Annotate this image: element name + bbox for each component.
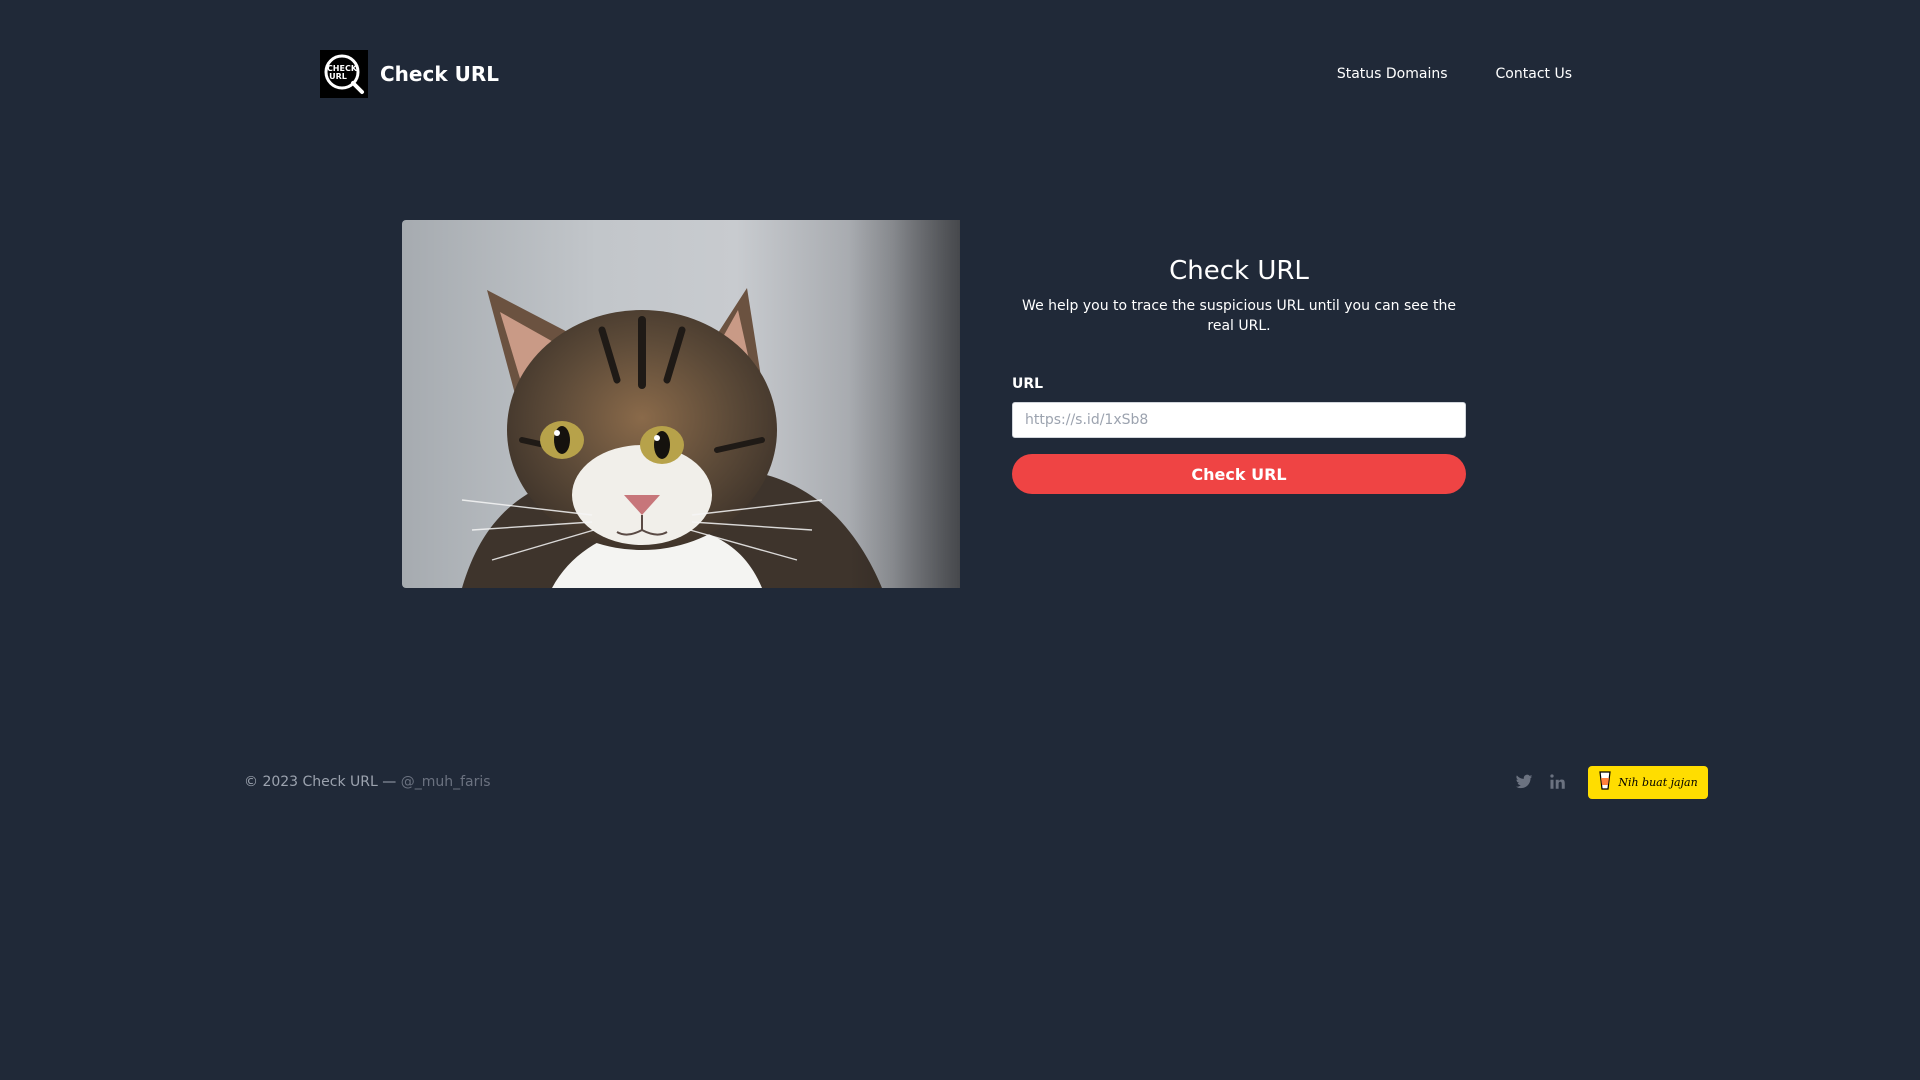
cat-photo: [402, 220, 960, 588]
cup-icon: [1598, 770, 1612, 794]
copyright: © 2023 Check URL — @_muh_faris: [244, 774, 491, 790]
url-label: URL: [1012, 376, 1044, 392]
twitter-icon[interactable]: [1514, 772, 1534, 792]
donate-button[interactable]: Nih buat jajan: [1588, 765, 1708, 799]
form-description: We help you to trace the suspicious URL …: [1022, 298, 1456, 334]
copyright-text: © 2023 Check URL —: [244, 774, 397, 790]
check-url-button[interactable]: Check URL: [1012, 454, 1466, 494]
footer-links: Nih buat jajan: [1514, 765, 1708, 799]
form-title: Check URL: [1169, 256, 1309, 286]
brand-name[interactable]: Check URL: [380, 62, 499, 86]
check-url-form: Check URL We help you to trace the suspi…: [1012, 220, 1466, 494]
nav-contact-us[interactable]: Contact Us: [1496, 66, 1572, 82]
site-footer: © 2023 Check URL — @_muh_faris Nih buat …: [244, 764, 1708, 800]
svg-text:URL: URL: [329, 72, 347, 81]
url-input[interactable]: [1012, 402, 1466, 438]
logo-icon[interactable]: CHECK URL: [320, 50, 368, 98]
linkedin-icon[interactable]: [1548, 772, 1568, 792]
site-header: CHECK URL Check URL Status Domains Conta…: [320, 50, 1572, 98]
brand[interactable]: CHECK URL Check URL: [320, 50, 499, 98]
main-nav: Status Domains Contact Us: [1337, 66, 1572, 82]
donate-label: Nih buat jajan: [1618, 775, 1698, 789]
author-handle-link[interactable]: @_muh_faris: [401, 774, 491, 790]
nav-status-domains[interactable]: Status Domains: [1337, 66, 1448, 82]
